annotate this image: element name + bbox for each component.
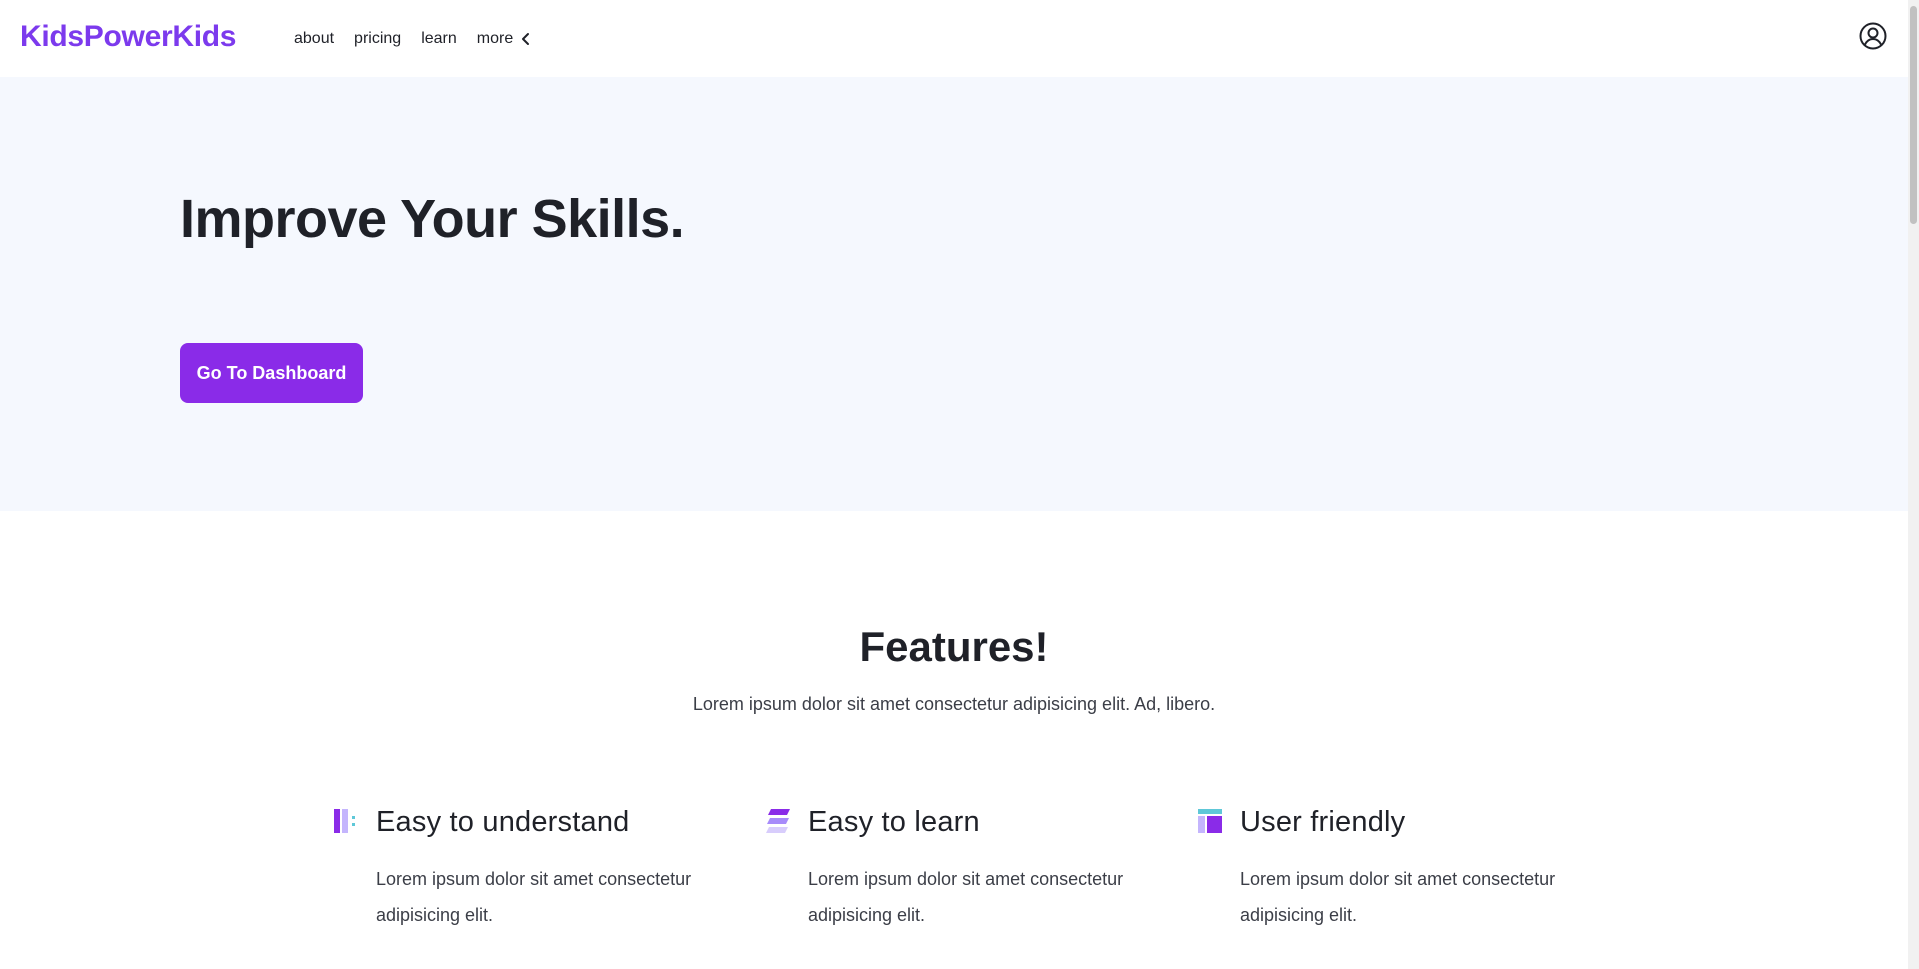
feature-title: User friendly (1240, 806, 1406, 838)
nav-link-more[interactable]: more (477, 30, 533, 48)
features-subtitle: Lorem ipsum dolor sit amet consectetur a… (692, 694, 1216, 714)
features-title: Features! (859, 623, 1049, 670)
nav-link-more-label: more (476, 30, 514, 47)
feature-text: Lorem ipsum dolor sit amet consectetur a… (1240, 869, 1556, 925)
feature-text: Lorem ipsum dolor sit amet consectetur a… (376, 869, 692, 925)
go-to-dashboard-button[interactable]: Go To Dashboard (180, 343, 363, 403)
stack-layers-icon (766, 809, 790, 833)
feature-title: Easy to understand (376, 806, 630, 838)
vertical-scrollbar[interactable] (1908, 0, 1919, 969)
nav-link-pricing[interactable]: pricing (354, 30, 401, 48)
account-icon[interactable] (1859, 22, 1887, 50)
feature-title: Easy to learn (808, 806, 980, 838)
nav-links: about pricing learn more (294, 30, 533, 48)
chevron-left-icon (522, 33, 530, 45)
scrollbar-thumb[interactable] (1910, 6, 1917, 224)
nav-link-about[interactable]: about (294, 30, 334, 48)
feature-text: Lorem ipsum dolor sit amet consectetur a… (808, 869, 1124, 925)
brand-logo[interactable]: KidsPowerKids (20, 20, 236, 54)
top-navbar: KidsPowerKids about pricing learn more (0, 0, 1908, 77)
layout-panel-icon (1198, 809, 1222, 833)
hero-section: Improve Your Skills. Go To Dashboard (0, 77, 1908, 511)
layout-columns-icon (334, 809, 355, 833)
nav-link-learn[interactable]: learn (421, 30, 457, 48)
hero-title: Improve Your Skills. (180, 189, 685, 249)
